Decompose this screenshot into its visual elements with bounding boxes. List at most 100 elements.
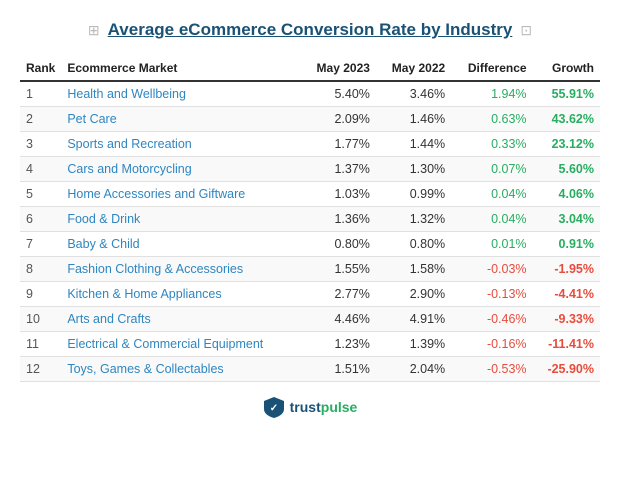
cell-difference: -0.03% — [451, 257, 532, 282]
cell-growth: 23.12% — [533, 132, 600, 157]
cell-may2022: 0.99% — [376, 182, 451, 207]
cell-market[interactable]: Home Accessories and Giftware — [61, 182, 300, 207]
cell-may2023: 1.51% — [301, 357, 376, 382]
cell-may2022: 1.44% — [376, 132, 451, 157]
col-difference: Difference — [451, 56, 532, 81]
top-right-icon: ⊡ — [520, 22, 532, 39]
cell-may2022: 0.80% — [376, 232, 451, 257]
cell-rank: 1 — [20, 81, 61, 107]
top-left-icon: ⊞ — [88, 22, 100, 39]
cell-market[interactable]: Toys, Games & Collectables — [61, 357, 300, 382]
table-row: 4Cars and Motorcycling1.37%1.30%0.07%5.6… — [20, 157, 600, 182]
cell-difference: 1.94% — [451, 81, 532, 107]
cell-difference: -0.13% — [451, 282, 532, 307]
cell-may2022: 2.04% — [376, 357, 451, 382]
col-rank: Rank — [20, 56, 61, 81]
cell-may2022: 1.39% — [376, 332, 451, 357]
cell-growth: -4.41% — [533, 282, 600, 307]
cell-difference: -0.53% — [451, 357, 532, 382]
cell-rank: 4 — [20, 157, 61, 182]
table-row: 12Toys, Games & Collectables1.51%2.04%-0… — [20, 357, 600, 382]
cell-may2022: 1.58% — [376, 257, 451, 282]
cell-growth: -9.33% — [533, 307, 600, 332]
table-row: 2Pet Care2.09%1.46%0.63%43.62% — [20, 107, 600, 132]
cell-rank: 6 — [20, 207, 61, 232]
cell-rank: 7 — [20, 232, 61, 257]
table-row: 9Kitchen & Home Appliances2.77%2.90%-0.1… — [20, 282, 600, 307]
cell-market[interactable]: Electrical & Commercial Equipment — [61, 332, 300, 357]
cell-may2022: 1.30% — [376, 157, 451, 182]
cell-growth: 3.04% — [533, 207, 600, 232]
cell-may2022: 4.91% — [376, 307, 451, 332]
cell-market[interactable]: Baby & Child — [61, 232, 300, 257]
cell-may2022: 1.32% — [376, 207, 451, 232]
table-body: 1Health and Wellbeing5.40%3.46%1.94%55.9… — [20, 81, 600, 382]
cell-market[interactable]: Kitchen & Home Appliances — [61, 282, 300, 307]
cell-market[interactable]: Food & Drink — [61, 207, 300, 232]
cell-difference: 0.01% — [451, 232, 532, 257]
table-row: 5Home Accessories and Giftware1.03%0.99%… — [20, 182, 600, 207]
trustpulse-logo: ✓ trustpulse — [263, 396, 358, 418]
cell-difference: -0.16% — [451, 332, 532, 357]
cell-growth: 55.91% — [533, 81, 600, 107]
col-may2022: May 2022 — [376, 56, 451, 81]
cell-may2023: 1.55% — [301, 257, 376, 282]
cell-market[interactable]: Pet Care — [61, 107, 300, 132]
cell-rank: 2 — [20, 107, 61, 132]
cell-may2022: 3.46% — [376, 81, 451, 107]
trustpulse-text: trustpulse — [290, 399, 358, 415]
cell-market[interactable]: Health and Wellbeing — [61, 81, 300, 107]
table-row: 8Fashion Clothing & Accessories1.55%1.58… — [20, 257, 600, 282]
cell-difference: 0.04% — [451, 207, 532, 232]
cell-growth: 4.06% — [533, 182, 600, 207]
col-growth: Growth — [533, 56, 600, 81]
col-may2023: May 2023 — [301, 56, 376, 81]
cell-rank: 10 — [20, 307, 61, 332]
cell-market[interactable]: Arts and Crafts — [61, 307, 300, 332]
cell-difference: -0.46% — [451, 307, 532, 332]
cell-growth: -25.90% — [533, 357, 600, 382]
cell-difference: 0.07% — [451, 157, 532, 182]
table-row: 3Sports and Recreation1.77%1.44%0.33%23.… — [20, 132, 600, 157]
table-header: Rank Ecommerce Market May 2023 May 2022 … — [20, 56, 600, 81]
cell-rank: 9 — [20, 282, 61, 307]
cell-rank: 11 — [20, 332, 61, 357]
cell-rank: 8 — [20, 257, 61, 282]
cell-difference: 0.63% — [451, 107, 532, 132]
cell-growth: -1.95% — [533, 257, 600, 282]
table-row: 7Baby & Child0.80%0.80%0.01%0.91% — [20, 232, 600, 257]
cell-growth: 5.60% — [533, 157, 600, 182]
cell-market[interactable]: Fashion Clothing & Accessories — [61, 257, 300, 282]
cell-may2023: 1.37% — [301, 157, 376, 182]
cell-may2023: 1.03% — [301, 182, 376, 207]
cell-rank: 3 — [20, 132, 61, 157]
cell-may2023: 0.80% — [301, 232, 376, 257]
cell-rank: 5 — [20, 182, 61, 207]
cell-may2023: 1.77% — [301, 132, 376, 157]
page-title: Average eCommerce Conversion Rate by Ind… — [108, 20, 513, 40]
cell-difference: 0.33% — [451, 132, 532, 157]
footer: ✓ trustpulse — [263, 396, 358, 418]
col-market: Ecommerce Market — [61, 56, 300, 81]
cell-may2023: 4.46% — [301, 307, 376, 332]
cell-may2023: 5.40% — [301, 81, 376, 107]
title-container: ⊞ Average eCommerce Conversion Rate by I… — [88, 20, 532, 40]
conversion-rate-table: Rank Ecommerce Market May 2023 May 2022 … — [20, 56, 600, 382]
cell-may2023: 1.36% — [301, 207, 376, 232]
cell-growth: -11.41% — [533, 332, 600, 357]
table-row: 10Arts and Crafts4.46%4.91%-0.46%-9.33% — [20, 307, 600, 332]
svg-text:✓: ✓ — [269, 403, 277, 414]
cell-growth: 0.91% — [533, 232, 600, 257]
cell-market[interactable]: Cars and Motorcycling — [61, 157, 300, 182]
cell-may2022: 2.90% — [376, 282, 451, 307]
table-row: 1Health and Wellbeing5.40%3.46%1.94%55.9… — [20, 81, 600, 107]
table-row: 11Electrical & Commercial Equipment1.23%… — [20, 332, 600, 357]
trustpulse-shield-icon: ✓ — [263, 396, 285, 418]
table-row: 6Food & Drink1.36%1.32%0.04%3.04% — [20, 207, 600, 232]
cell-growth: 43.62% — [533, 107, 600, 132]
cell-market[interactable]: Sports and Recreation — [61, 132, 300, 157]
cell-may2022: 1.46% — [376, 107, 451, 132]
cell-may2023: 2.77% — [301, 282, 376, 307]
cell-rank: 12 — [20, 357, 61, 382]
cell-may2023: 2.09% — [301, 107, 376, 132]
